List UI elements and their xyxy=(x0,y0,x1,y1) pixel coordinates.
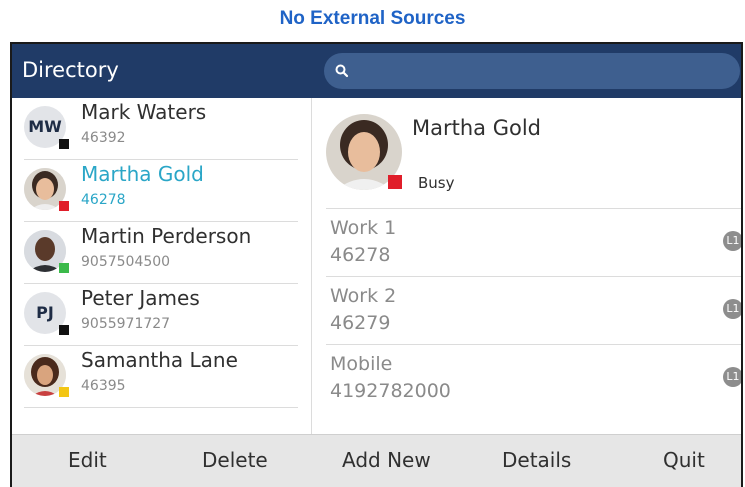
contact-number: 9057504500 xyxy=(81,254,171,270)
presence-label: Busy xyxy=(418,174,455,192)
directory-header: Directory xyxy=(12,44,741,98)
status-indicator xyxy=(59,387,69,397)
line-badge: L1 xyxy=(723,299,741,319)
contact-item-martha-gold[interactable]: Martha Gold 46278 xyxy=(24,160,298,222)
phone-number: 46279 xyxy=(330,312,391,334)
contact-name: Samantha Lane xyxy=(81,348,238,372)
contact-name: Mark Waters xyxy=(81,100,207,124)
status-indicator xyxy=(59,263,69,273)
contact-list: MW Mark Waters 46392 Martha Gold 46278 M… xyxy=(12,98,312,434)
phone-entry-work-1[interactable]: Work 1 46278 L1 xyxy=(326,208,741,276)
page-caption: No External Sources xyxy=(279,8,466,29)
contact-number: 46395 xyxy=(81,378,126,394)
phone-entry-work-2[interactable]: Work 2 46279 L1 xyxy=(326,276,741,344)
delete-button[interactable]: Delete xyxy=(202,448,268,472)
phone-entry-mobile[interactable]: Mobile 4192782000 L1 xyxy=(326,344,741,412)
contact-detail-panel: Martha Gold Busy Work 1 46278 L1 Work 2 … xyxy=(312,98,741,434)
edit-button[interactable]: Edit xyxy=(68,448,107,472)
contact-item-peter-james[interactable]: PJ Peter James 9055971727 xyxy=(24,284,298,346)
phone-number: 46278 xyxy=(330,244,391,266)
phone-label: Work 1 xyxy=(330,217,397,239)
status-indicator xyxy=(59,325,69,335)
details-button[interactable]: Details xyxy=(502,448,571,472)
add-new-button[interactable]: Add New xyxy=(342,448,431,472)
quit-button[interactable]: Quit xyxy=(663,448,705,472)
contact-item-samantha-lane[interactable]: Samantha Lane 46395 xyxy=(24,346,298,408)
status-indicator xyxy=(59,139,69,149)
phone-number: 4192782000 xyxy=(330,380,451,402)
phone-label: Work 2 xyxy=(330,285,397,307)
contact-number: 9055971727 xyxy=(81,316,171,332)
contact-item-martin-perderson[interactable]: Martin Perderson 9057504500 xyxy=(24,222,298,284)
status-indicator xyxy=(59,201,69,211)
presence-indicator xyxy=(388,175,402,189)
line-badge: L1 xyxy=(723,367,741,387)
search-icon xyxy=(335,64,349,78)
contact-number: 46392 xyxy=(81,130,126,146)
page-title: Directory xyxy=(22,58,119,82)
contact-number: 46278 xyxy=(81,192,126,208)
line-badge: L1 xyxy=(723,231,741,251)
phone-label: Mobile xyxy=(330,353,393,375)
detail-name: Martha Gold xyxy=(412,116,541,140)
search-input[interactable] xyxy=(324,53,740,89)
contact-item-mark-waters[interactable]: MW Mark Waters 46392 xyxy=(24,98,298,160)
contact-name: Martin Perderson xyxy=(81,224,252,248)
softkey-bar: Edit Delete Add New Details Quit xyxy=(12,434,741,487)
contact-name: Martha Gold xyxy=(81,162,204,186)
contact-name: Peter James xyxy=(81,286,200,310)
phone-screen: Directory MW Mark Waters 46392 Martha Go… xyxy=(10,42,743,487)
